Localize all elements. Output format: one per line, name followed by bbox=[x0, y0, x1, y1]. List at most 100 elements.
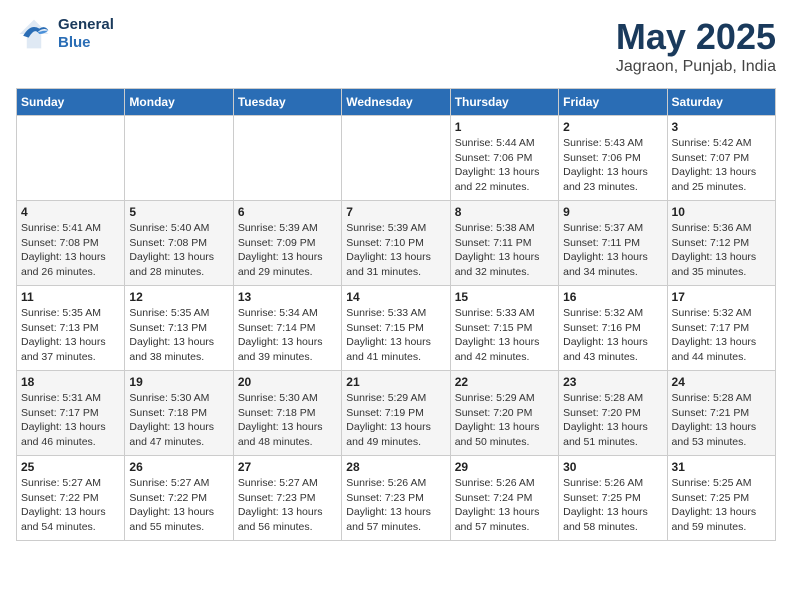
calendar-cell: 5 Sunrise: 5:40 AM Sunset: 7:08 PM Daylig… bbox=[125, 201, 233, 286]
day-header-wednesday: Wednesday bbox=[342, 89, 450, 116]
day-header-saturday: Saturday bbox=[667, 89, 775, 116]
day-number: 10 bbox=[672, 205, 771, 219]
day-info: Sunrise: 5:44 AM Sunset: 7:06 PM Dayligh… bbox=[455, 136, 554, 195]
title-area: May 2025 Jagraon, Punjab, India bbox=[616, 16, 776, 76]
day-number: 26 bbox=[129, 460, 228, 474]
day-info: Sunrise: 5:38 AM Sunset: 7:11 PM Dayligh… bbox=[455, 221, 554, 280]
day-info: Sunrise: 5:28 AM Sunset: 7:21 PM Dayligh… bbox=[672, 391, 771, 450]
calendar-cell bbox=[125, 116, 233, 201]
day-info: Sunrise: 5:31 AM Sunset: 7:17 PM Dayligh… bbox=[21, 391, 120, 450]
calendar-cell: 21 Sunrise: 5:29 AM Sunset: 7:19 PM Dayli… bbox=[342, 371, 450, 456]
day-info: Sunrise: 5:33 AM Sunset: 7:15 PM Dayligh… bbox=[346, 306, 445, 365]
logo-icon bbox=[16, 16, 52, 52]
calendar-cell: 31 Sunrise: 5:25 AM Sunset: 7:25 PM Dayli… bbox=[667, 456, 775, 541]
day-info: Sunrise: 5:30 AM Sunset: 7:18 PM Dayligh… bbox=[238, 391, 337, 450]
calendar-cell bbox=[342, 116, 450, 201]
day-info: Sunrise: 5:30 AM Sunset: 7:18 PM Dayligh… bbox=[129, 391, 228, 450]
calendar-cell: 11Sunrise: 5:35 AM Sunset: 7:13 PM Dayli… bbox=[17, 286, 125, 371]
day-number: 12 bbox=[129, 290, 228, 304]
calendar-cell: 8 Sunrise: 5:38 AM Sunset: 7:11 PM Daylig… bbox=[450, 201, 558, 286]
day-number: 29 bbox=[455, 460, 554, 474]
day-number: 28 bbox=[346, 460, 445, 474]
calendar-cell: 17Sunrise: 5:32 AM Sunset: 7:17 PM Dayli… bbox=[667, 286, 775, 371]
day-number: 27 bbox=[238, 460, 337, 474]
calendar-cell bbox=[233, 116, 341, 201]
logo-name: General Blue bbox=[58, 16, 114, 52]
day-number: 20 bbox=[238, 375, 337, 389]
day-info: Sunrise: 5:43 AM Sunset: 7:06 PM Dayligh… bbox=[563, 136, 662, 195]
day-info: Sunrise: 5:36 AM Sunset: 7:12 PM Dayligh… bbox=[672, 221, 771, 280]
day-number: 15 bbox=[455, 290, 554, 304]
day-number: 22 bbox=[455, 375, 554, 389]
calendar-week-2: 4 Sunrise: 5:41 AM Sunset: 7:08 PM Daylig… bbox=[17, 201, 776, 286]
day-info: Sunrise: 5:25 AM Sunset: 7:25 PM Dayligh… bbox=[672, 476, 771, 535]
day-info: Sunrise: 5:26 AM Sunset: 7:24 PM Dayligh… bbox=[455, 476, 554, 535]
calendar-cell: 13 Sunrise: 5:34 AM Sunset: 7:14 PM Dayli… bbox=[233, 286, 341, 371]
calendar-week-3: 11 Sunrise: 5:35 AM Sunset: 7:13 PM Dayli… bbox=[17, 286, 776, 371]
day-info: Sunrise: 5:27 AM Sunset: 7:22 PM Dayligh… bbox=[129, 476, 228, 535]
day-info: Sunrise: 5:34 AM Sunset: 7:14 PM Dayligh… bbox=[238, 306, 337, 365]
calendar-cell: 26 Sunrise: 5:27 AM Sunset: 7:22 PM Dayli… bbox=[125, 456, 233, 541]
day-info: Sunrise: 5:33 AM Sunset: 7:15 PM Dayligh… bbox=[455, 306, 554, 365]
day-info: Sunrise: 5:35 AM Sunset: 7:13 PM Dayligh… bbox=[129, 306, 228, 365]
calendar-header-row: SundayMondayTuesdayWednesdayThursdayFrid… bbox=[17, 89, 776, 116]
calendar-cell: 27 Sunrise: 5:27 AM Sunset: 7:23 PM Dayli… bbox=[233, 456, 341, 541]
day-info: Sunrise: 5:37 AM Sunset: 7:11 PM Dayligh… bbox=[563, 221, 662, 280]
calendar-week-5: 25Sunrise: 5:27 AM Sunset: 7:22 PM Dayli… bbox=[17, 456, 776, 541]
calendar-cell: 3Sunrise: 5:42 AM Sunset: 7:07 PM Daylig… bbox=[667, 116, 775, 201]
day-info: Sunrise: 5:29 AM Sunset: 7:20 PM Dayligh… bbox=[455, 391, 554, 450]
day-number: 21 bbox=[346, 375, 445, 389]
day-number: 17 bbox=[672, 290, 771, 304]
logo: General Blue bbox=[16, 16, 114, 52]
calendar-week-4: 18 Sunrise: 5:31 AM Sunset: 7:17 PM Dayli… bbox=[17, 371, 776, 456]
calendar-week-1: 1Sunrise: 5:44 AM Sunset: 7:06 PM Daylig… bbox=[17, 116, 776, 201]
day-info: Sunrise: 5:29 AM Sunset: 7:19 PM Dayligh… bbox=[346, 391, 445, 450]
day-info: Sunrise: 5:27 AM Sunset: 7:22 PM Dayligh… bbox=[21, 476, 120, 535]
day-number: 19 bbox=[129, 375, 228, 389]
calendar-cell: 20 Sunrise: 5:30 AM Sunset: 7:18 PM Dayli… bbox=[233, 371, 341, 456]
day-info: Sunrise: 5:41 AM Sunset: 7:08 PM Dayligh… bbox=[21, 221, 120, 280]
day-number: 5 bbox=[129, 205, 228, 219]
day-header-friday: Friday bbox=[559, 89, 667, 116]
calendar-cell: 22 Sunrise: 5:29 AM Sunset: 7:20 PM Dayli… bbox=[450, 371, 558, 456]
calendar-cell: 9 Sunrise: 5:37 AM Sunset: 7:11 PM Daylig… bbox=[559, 201, 667, 286]
day-number: 2 bbox=[563, 120, 662, 134]
calendar-table: SundayMondayTuesdayWednesdayThursdayFrid… bbox=[16, 88, 776, 541]
day-number: 24 bbox=[672, 375, 771, 389]
day-number: 16 bbox=[563, 290, 662, 304]
calendar-cell: 15 Sunrise: 5:33 AM Sunset: 7:15 PM Dayli… bbox=[450, 286, 558, 371]
day-info: Sunrise: 5:39 AM Sunset: 7:09 PM Dayligh… bbox=[238, 221, 337, 280]
calendar-cell: 28Sunrise: 5:26 AM Sunset: 7:23 PM Dayli… bbox=[342, 456, 450, 541]
calendar-title: May 2025 bbox=[616, 16, 776, 58]
day-number: 4 bbox=[21, 205, 120, 219]
calendar-cell: 24 Sunrise: 5:28 AM Sunset: 7:21 PM Dayli… bbox=[667, 371, 775, 456]
day-number: 9 bbox=[563, 205, 662, 219]
calendar-subtitle: Jagraon, Punjab, India bbox=[616, 58, 776, 76]
day-info: Sunrise: 5:28 AM Sunset: 7:20 PM Dayligh… bbox=[563, 391, 662, 450]
day-info: Sunrise: 5:27 AM Sunset: 7:23 PM Dayligh… bbox=[238, 476, 337, 535]
day-number: 30 bbox=[563, 460, 662, 474]
calendar-cell: 1Sunrise: 5:44 AM Sunset: 7:06 PM Daylig… bbox=[450, 116, 558, 201]
day-number: 31 bbox=[672, 460, 771, 474]
day-number: 11 bbox=[21, 290, 120, 304]
day-header-tuesday: Tuesday bbox=[233, 89, 341, 116]
day-header-sunday: Sunday bbox=[17, 89, 125, 116]
day-number: 13 bbox=[238, 290, 337, 304]
calendar-cell: 12 Sunrise: 5:35 AM Sunset: 7:13 PM Dayli… bbox=[125, 286, 233, 371]
day-header-monday: Monday bbox=[125, 89, 233, 116]
calendar-cell: 10 Sunrise: 5:36 AM Sunset: 7:12 PM Dayli… bbox=[667, 201, 775, 286]
day-info: Sunrise: 5:40 AM Sunset: 7:08 PM Dayligh… bbox=[129, 221, 228, 280]
calendar-cell: 23Sunrise: 5:28 AM Sunset: 7:20 PM Dayli… bbox=[559, 371, 667, 456]
calendar-cell: 25Sunrise: 5:27 AM Sunset: 7:22 PM Dayli… bbox=[17, 456, 125, 541]
logo-blue-text: Blue bbox=[58, 34, 114, 52]
day-number: 8 bbox=[455, 205, 554, 219]
calendar-cell: 2 Sunrise: 5:43 AM Sunset: 7:06 PM Daylig… bbox=[559, 116, 667, 201]
calendar-cell: 4 Sunrise: 5:41 AM Sunset: 7:08 PM Daylig… bbox=[17, 201, 125, 286]
day-number: 6 bbox=[238, 205, 337, 219]
calendar-cell: 16 Sunrise: 5:32 AM Sunset: 7:16 PM Dayli… bbox=[559, 286, 667, 371]
day-header-thursday: Thursday bbox=[450, 89, 558, 116]
calendar-cell: 19 Sunrise: 5:30 AM Sunset: 7:18 PM Dayli… bbox=[125, 371, 233, 456]
day-number: 18 bbox=[21, 375, 120, 389]
calendar-cell: 6 Sunrise: 5:39 AM Sunset: 7:09 PM Daylig… bbox=[233, 201, 341, 286]
day-info: Sunrise: 5:32 AM Sunset: 7:16 PM Dayligh… bbox=[563, 306, 662, 365]
